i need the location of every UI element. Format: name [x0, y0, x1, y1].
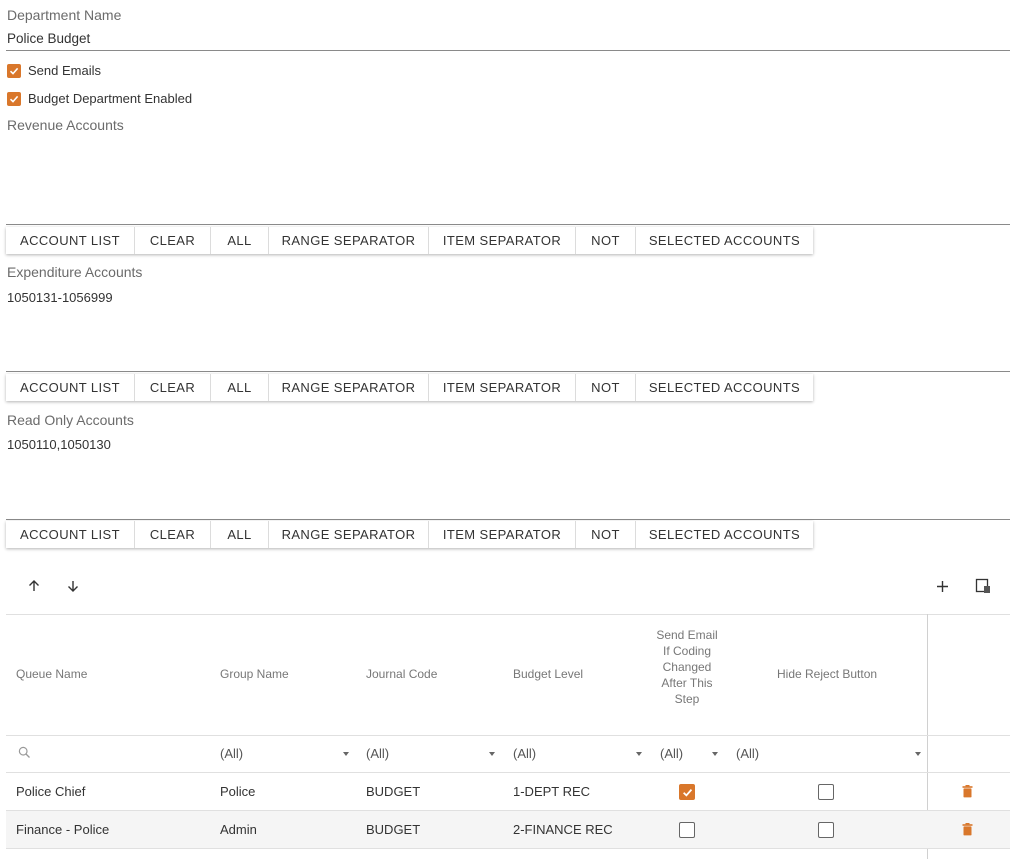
- send-emails-label: Send Emails: [28, 63, 101, 78]
- arrow-down-icon[interactable]: [63, 576, 83, 596]
- hide-reject-filter-select[interactable]: (All): [736, 746, 759, 761]
- column-header-queue-name[interactable]: Queue Name: [16, 667, 87, 681]
- send-emails-checkbox[interactable]: Send Emails: [7, 63, 101, 78]
- group-name-cell: Admin: [220, 822, 257, 837]
- hide-reject-checkbox[interactable]: [818, 784, 834, 800]
- not-button[interactable]: NOT: [576, 374, 636, 401]
- department-name-label: Department Name: [7, 7, 122, 23]
- all-button[interactable]: ALL: [211, 521, 269, 548]
- account-list-button[interactable]: ACCOUNT LIST: [6, 521, 135, 548]
- search-icon[interactable]: [18, 746, 31, 764]
- selected-accounts-button[interactable]: SELECTED ACCOUNTS: [636, 374, 813, 401]
- plus-icon[interactable]: [932, 576, 952, 596]
- group-filter-select[interactable]: (All): [220, 746, 243, 761]
- read-only-accounts-textarea[interactable]: 1050110,1050130: [7, 437, 1007, 515]
- row-border: [6, 848, 1010, 849]
- queue-name-cell: Finance - Police: [16, 822, 110, 837]
- send-email-checkbox[interactable]: [679, 784, 695, 800]
- range-separator-button[interactable]: RANGE SEPARATOR: [269, 521, 429, 548]
- all-button[interactable]: ALL: [211, 227, 269, 254]
- item-separator-button[interactable]: ITEM SEPARATOR: [429, 521, 576, 548]
- all-button[interactable]: ALL: [211, 374, 269, 401]
- group-name-cell: Police: [220, 784, 256, 799]
- not-button[interactable]: NOT: [576, 227, 636, 254]
- item-separator-button[interactable]: ITEM SEPARATOR: [429, 227, 576, 254]
- chevron-down-icon[interactable]: [343, 752, 349, 756]
- column-header-hide-reject-button[interactable]: Hide Reject Button: [777, 667, 877, 681]
- table-row[interactable]: Police Chief Police BUDGET 1-DEPT REC: [6, 773, 1010, 810]
- selected-accounts-button[interactable]: SELECTED ACCOUNTS: [636, 227, 813, 254]
- arrow-up-icon[interactable]: [24, 576, 44, 596]
- level-filter-select[interactable]: (All): [513, 746, 536, 761]
- clear-button[interactable]: CLEAR: [135, 227, 211, 254]
- item-separator-button[interactable]: ITEM SEPARATOR: [429, 374, 576, 401]
- trash-icon[interactable]: [962, 823, 973, 841]
- read-only-accounts-underline: [6, 519, 1010, 520]
- budget-level-cell: 2-FINANCE REC: [513, 822, 613, 837]
- budget-level-cell: 1-DEPT REC: [513, 784, 591, 799]
- send-email-checkbox[interactable]: [679, 822, 695, 838]
- checkbox-checked-icon: [7, 91, 21, 106]
- chevron-down-icon[interactable]: [636, 752, 642, 756]
- chevron-down-icon[interactable]: [489, 752, 495, 756]
- grid-header-border: [6, 735, 1010, 736]
- journal-code-cell: BUDGET: [366, 822, 421, 837]
- column-header-budget-level[interactable]: Budget Level: [513, 667, 583, 681]
- table-row[interactable]: Finance - Police Admin BUDGET 2-FINANCE …: [6, 811, 1010, 848]
- expenditure-accounts-underline: [6, 371, 1010, 372]
- revenue-accounts-underline: [6, 224, 1010, 225]
- clear-button[interactable]: CLEAR: [135, 374, 211, 401]
- range-separator-button[interactable]: RANGE SEPARATOR: [269, 374, 429, 401]
- expenditure-accounts-label: Expenditure Accounts: [7, 264, 143, 280]
- revenue-accounts-label: Revenue Accounts: [7, 117, 124, 133]
- send-email-filter-select[interactable]: (All): [660, 746, 683, 761]
- read-only-accounts-label: Read Only Accounts: [7, 412, 134, 428]
- hide-reject-checkbox[interactable]: [818, 822, 834, 838]
- department-name-input[interactable]: Police Budget: [7, 31, 90, 46]
- selected-accounts-button[interactable]: SELECTED ACCOUNTS: [636, 521, 813, 548]
- grid-top-border: [6, 614, 1010, 615]
- department-name-underline: [6, 50, 1010, 51]
- revenue-accounts-toolbar: ACCOUNT LIST CLEAR ALL RANGE SEPARATOR I…: [6, 227, 813, 254]
- chevron-down-icon[interactable]: [712, 752, 718, 756]
- column-header-group-name[interactable]: Group Name: [220, 667, 289, 681]
- budget-department-enabled-label: Budget Department Enabled: [28, 91, 193, 106]
- read-only-accounts-toolbar: ACCOUNT LIST CLEAR ALL RANGE SEPARATOR I…: [6, 521, 813, 548]
- queue-name-cell: Police Chief: [16, 784, 86, 799]
- range-separator-button[interactable]: RANGE SEPARATOR: [269, 227, 429, 254]
- trash-icon[interactable]: [962, 785, 973, 803]
- journal-code-cell: BUDGET: [366, 784, 421, 799]
- journal-filter-select[interactable]: (All): [366, 746, 389, 761]
- clear-button[interactable]: CLEAR: [135, 521, 211, 548]
- chevron-down-icon[interactable]: [915, 752, 921, 756]
- account-list-button[interactable]: ACCOUNT LIST: [6, 374, 135, 401]
- column-header-journal-code[interactable]: Journal Code: [366, 667, 437, 681]
- revenue-accounts-textarea[interactable]: [7, 142, 1007, 220]
- checkbox-checked-icon: [7, 63, 21, 78]
- expenditure-accounts-toolbar: ACCOUNT LIST CLEAR ALL RANGE SEPARATOR I…: [6, 374, 813, 401]
- not-button[interactable]: NOT: [576, 521, 636, 548]
- account-list-button[interactable]: ACCOUNT LIST: [6, 227, 135, 254]
- budget-department-enabled-checkbox[interactable]: Budget Department Enabled: [7, 91, 192, 106]
- column-header-send-email[interactable]: Send Email If Coding Changed After This …: [656, 627, 718, 707]
- expenditure-accounts-textarea[interactable]: 1050131-1056999: [7, 290, 1007, 368]
- column-chooser-icon[interactable]: [973, 576, 993, 596]
